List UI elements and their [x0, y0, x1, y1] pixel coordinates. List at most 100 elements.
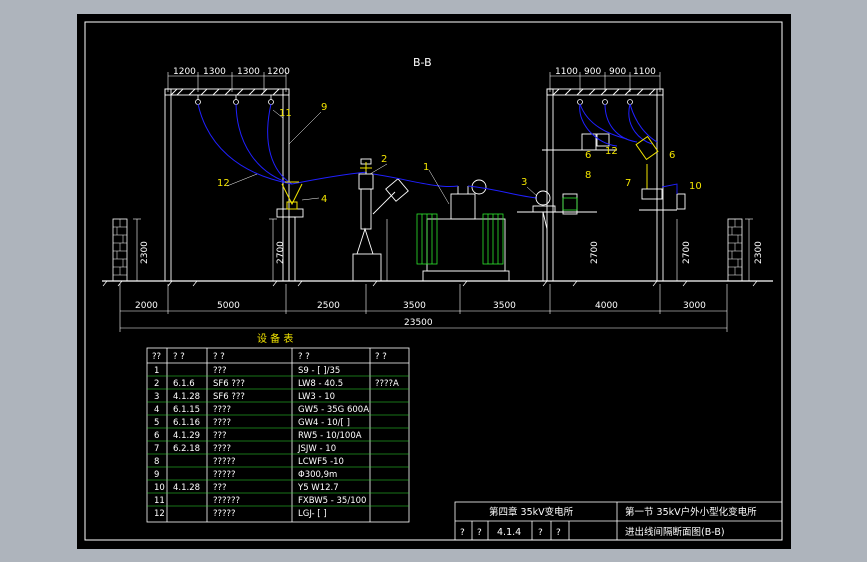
- table-cell: LW3 - 10: [298, 392, 335, 402]
- table-cell: RW5 - 10/100A: [298, 431, 362, 441]
- voltage-transformer-7: [639, 188, 686, 211]
- table-cell: 1: [154, 366, 159, 376]
- title-cell-1: ?: [460, 528, 465, 538]
- table-cell: ?????: [213, 470, 236, 480]
- section-title: B-B: [413, 56, 432, 69]
- dim-spacing-r4: 1100: [633, 67, 656, 77]
- table-cell: SF6 ???: [213, 379, 245, 389]
- dim-h-4: 3500: [403, 301, 426, 311]
- table-cell: ????: [213, 405, 231, 415]
- table-cell: 10: [154, 483, 165, 493]
- table-cell: 6.1.16: [173, 418, 200, 428]
- table-cell: LW8 - 40.5: [298, 379, 343, 389]
- dim-h-3: 2500: [317, 301, 340, 311]
- table-text: ?? ? ? ? ? ? ? ? ? 1??? S9 - [ ]/35 2 6.1.6 SF6 ?…: [152, 352, 399, 519]
- table-cell: 6.2.18: [173, 444, 200, 454]
- breaker-insulator: [360, 162, 372, 172]
- isolating-switch-4: [281, 181, 303, 210]
- dim-spacing-r3: 900: [609, 67, 626, 77]
- dim-height-wall-left: 2300: [140, 241, 150, 264]
- table-cell: ?????: [213, 457, 236, 467]
- callout-2: 2: [381, 154, 387, 165]
- table-cell: 6: [154, 431, 159, 441]
- dim-h-2: 5000: [217, 301, 240, 311]
- table-title: 设 备 表: [257, 332, 293, 345]
- table-cell: LGJ- [ ]: [298, 509, 327, 519]
- table-header-cell: ? ?: [375, 352, 387, 362]
- table-cell: GW4 - 10/[ ]: [298, 418, 350, 428]
- title-chapter: 第四章 35kV变电所: [489, 506, 574, 518]
- arrester-10: [661, 183, 678, 194]
- callout-6b: 6: [669, 150, 675, 161]
- height-dims: [133, 218, 753, 281]
- left-insulator-strings: [195, 95, 274, 105]
- dim-spacing-r1: 1100: [555, 67, 578, 77]
- table-cell: Y5 W12.7: [297, 483, 339, 493]
- fuse-6-right: [635, 135, 659, 189]
- table-cell: 4: [154, 405, 159, 415]
- dim-height-frame-left: 2700: [276, 241, 286, 264]
- table-cell: 3: [154, 392, 159, 402]
- title-cell-2: ?: [477, 528, 482, 538]
- right-wall: [727, 218, 743, 282]
- table-cell: 2: [154, 379, 159, 389]
- table-cell: ???: [213, 366, 227, 376]
- table-cell: 12: [154, 509, 165, 519]
- dim-h-5: 3500: [493, 301, 516, 311]
- table-cell: Φ300,9m: [298, 470, 337, 480]
- dim-h-6: 4000: [595, 301, 618, 311]
- callout-10: 10: [689, 181, 702, 192]
- dim-total: 23500: [404, 318, 433, 328]
- callout-12b: 12: [605, 146, 618, 157]
- ground-hatching: [102, 280, 758, 287]
- item-8-detail: [562, 197, 578, 211]
- table-cell: S9 - [ ]/35: [298, 366, 340, 376]
- table-cell: FXBW5 - 35/100: [298, 496, 366, 506]
- transformer-1: [422, 179, 510, 282]
- dim-height-frame-right: 2700: [682, 241, 692, 264]
- dim-spacing-l3: 1300: [237, 67, 260, 77]
- dim-h-7: 3000: [683, 301, 706, 311]
- table-cell: ???: [213, 483, 227, 493]
- transformer-radiators: [416, 213, 504, 265]
- table-cell: 11: [154, 496, 165, 506]
- table-cell: 7: [154, 444, 159, 454]
- table-cell: GW5 - 35G 600A: [298, 405, 369, 415]
- callout-9: 9: [321, 102, 327, 113]
- dim-spacing-l4: 1200: [267, 67, 290, 77]
- drawing-number: 4.1.4: [497, 527, 521, 538]
- callout-6a: 6: [585, 150, 591, 161]
- dim-h-1: 2000: [135, 301, 158, 311]
- table-cell: 4.1.29: [173, 431, 200, 441]
- right-insulators: [577, 99, 633, 105]
- table-cell: 6.1.15: [173, 405, 200, 415]
- cad-viewport[interactable]: B-B 1200 1300 1300 1200 1100 900 900 110…: [77, 14, 791, 549]
- table-cell: ?????: [213, 509, 236, 519]
- table-header-cell: ? ?: [173, 352, 185, 362]
- table-cell: ????: [213, 418, 231, 428]
- dim-spacing-l1: 1200: [173, 67, 196, 77]
- callout-7: 7: [625, 178, 631, 189]
- dim-height-frame-mid: 2700: [590, 241, 600, 264]
- left-wall: [112, 218, 128, 282]
- table-cell: LCWF5 -10: [298, 457, 344, 467]
- right-gantry: [542, 88, 664, 282]
- apparatus-3-8: [517, 190, 597, 281]
- section-drawing: B-B 1200 1300 1300 1200 1100 900 900 110…: [84, 21, 783, 541]
- table-cell: ???: [213, 431, 227, 441]
- callout-8: 8: [585, 170, 591, 181]
- table-cell: ????: [213, 444, 231, 454]
- table-cell: ????A: [375, 379, 399, 389]
- table-cell: 5: [154, 418, 159, 428]
- right-conductors: [579, 103, 658, 147]
- table-cell: 6.1.6: [173, 379, 195, 389]
- callout-11: 11: [279, 108, 292, 119]
- dim-spacing-r2: 900: [584, 67, 601, 77]
- table-cell: 8: [154, 457, 159, 467]
- circuit-breaker-2: [352, 158, 409, 282]
- table-cell: JSJW - 10: [297, 444, 336, 454]
- title-section: 第一节 35kV户外小型化变电所: [625, 506, 757, 518]
- table-cell: 4.1.28: [173, 392, 200, 402]
- dim-height-wall-right: 2300: [754, 241, 764, 264]
- table-cell: SF6 ???: [213, 392, 245, 402]
